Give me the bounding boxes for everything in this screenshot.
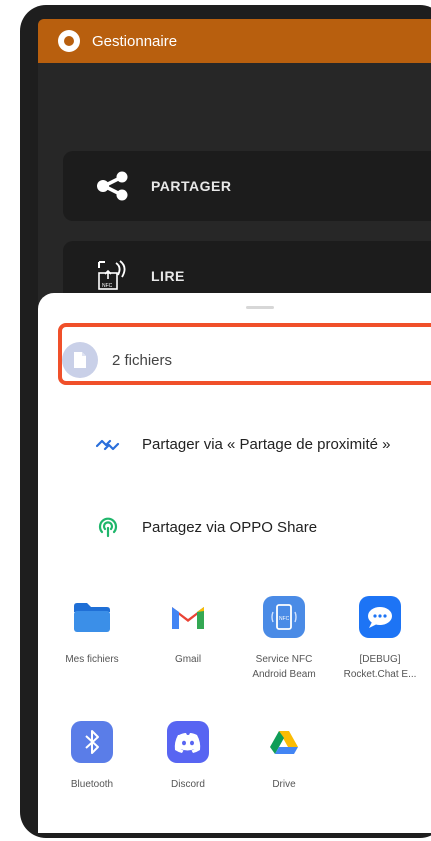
nfc-service-icon: NFC [263,596,305,638]
app-mes-fichiers[interactable]: Mes fichiers [44,596,140,667]
app-discord[interactable]: Discord [140,721,236,792]
svg-text:NFC: NFC [102,283,113,289]
app-service-nfc[interactable]: NFC Service NFC Android Beam [236,596,332,682]
discord-icon [167,721,209,763]
app-name: Mes fichiers [65,654,119,665]
oppo-share-label: Partagez via OPPO Share [142,518,318,536]
share-action-label: PARTAGER [151,178,232,194]
oppo-share-icon [96,515,120,539]
gmail-icon [167,596,209,638]
read-action-label: LIRE [151,268,185,284]
folder-icon [71,596,113,638]
rocket-chat-icon [359,596,401,638]
app-bluetooth[interactable]: Bluetooth [44,721,140,792]
share-icon [93,166,133,206]
svg-text:NFC: NFC [279,616,290,622]
app-name: Bluetooth [70,779,114,790]
app-name: Drive [272,779,296,790]
app-gmail[interactable]: Gmail [140,596,236,667]
share-sheet: 2 fichiers Partager via « Partage de pro… [38,293,431,833]
nearby-share-label: Partager via « Partage de proximité » [142,435,391,453]
app-bar: Gestionnaire [38,19,431,63]
app-name: Service NFC Android Beam [252,654,316,680]
drive-icon [263,721,305,763]
share-action-button[interactable]: PARTAGER [63,151,431,221]
app-name: Gmail [174,654,202,665]
nearby-share-option[interactable]: Partager via « Partage de proximité » [96,432,390,456]
app-logo-icon [58,30,80,52]
nearby-share-icon [96,432,120,456]
app-name: Discord [171,779,205,790]
app-title: Gestionnaire [92,32,178,50]
oppo-share-option[interactable]: Partagez via OPPO Share [96,515,317,539]
app-name: [DEBUG] Rocket.Chat E... [343,654,417,680]
highlight-box [58,323,431,385]
app-drive[interactable]: Drive [236,721,332,792]
app-rocket-chat[interactable]: [DEBUG] Rocket.Chat E... [332,596,428,682]
sheet-drag-handle[interactable] [246,306,274,309]
bluetooth-icon [71,721,113,763]
phone-frame: Gestionnaire PARTAGER NFC LIRE 2 fichier… [20,5,431,838]
nfc-read-icon: NFC [93,256,133,296]
